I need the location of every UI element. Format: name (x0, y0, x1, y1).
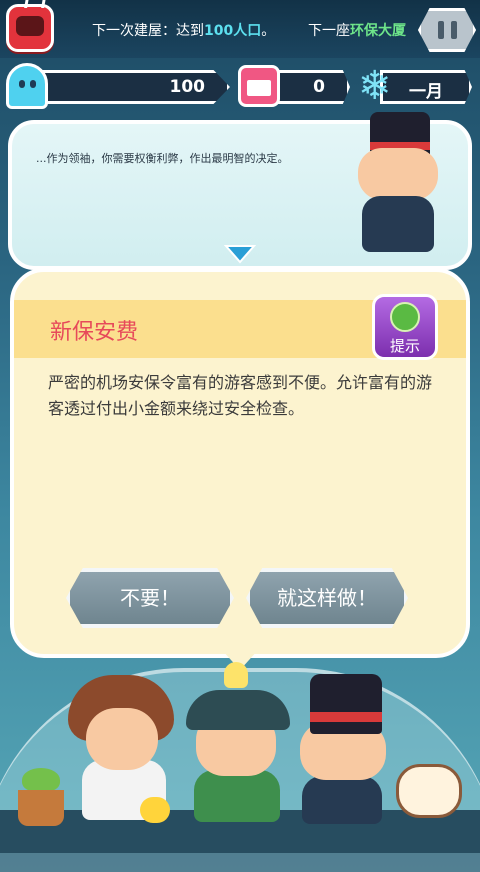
cow (396, 764, 462, 818)
goal-highlight: 100人口 (204, 23, 262, 39)
leaf-ball-icon (390, 302, 420, 332)
pause-button[interactable] (418, 8, 476, 52)
next-tower-goal: 下一座环保大厦 (308, 20, 406, 40)
population-stat: 100 (24, 70, 230, 104)
snowflake-icon: ❄ (358, 63, 392, 109)
next-building-goal: 下一次建屋：达到100人口。 (92, 20, 275, 40)
accept-button[interactable]: 就这样做！ (246, 568, 408, 628)
plant-pot (18, 790, 64, 826)
month-stat: 一月 (380, 70, 472, 104)
hint-button[interactable]: 提示 (372, 294, 438, 360)
calendar-icon (238, 65, 280, 107)
rubber-duck (140, 797, 170, 823)
month-value: 一月 (409, 82, 443, 102)
goal-suffix: 。 (261, 23, 276, 39)
goal-prefix: 下一次建屋：达到 (92, 23, 204, 39)
worker-cap (186, 690, 290, 730)
advisor-arrow-icon (224, 245, 256, 264)
plant-leaf (22, 768, 60, 792)
tower-highlight: 环保大厦 (350, 23, 406, 39)
mayor2-hat-band (310, 712, 382, 722)
advisor-message: ...作为领袖，你需要权衡利弊，作出最明智的决定。 (36, 152, 289, 165)
ghost-icon (6, 63, 48, 109)
tv-icon[interactable] (6, 0, 54, 52)
population-value: 100 (169, 77, 206, 97)
pause-icon-bar (451, 21, 457, 39)
hint-label: 提示 (389, 337, 420, 355)
mayor2-hat (310, 674, 382, 734)
mayor-body (362, 196, 434, 252)
worker-body (194, 770, 280, 822)
calendar-value: 0 (313, 77, 325, 97)
mayor-face (358, 148, 438, 200)
scientist-face (86, 708, 158, 770)
event-title: 新保安费 (50, 320, 139, 345)
reject-button[interactable]: 不要！ (66, 568, 234, 628)
tower-prefix: 下一座 (308, 23, 350, 39)
mayor2-body (302, 776, 382, 824)
pause-icon (438, 21, 444, 39)
event-description: 严密的机场安保令富有的游客感到不便。允许富有的游客透过付出小金额来绕过安全检查。 (48, 373, 433, 418)
lightbulb-icon (224, 662, 248, 688)
